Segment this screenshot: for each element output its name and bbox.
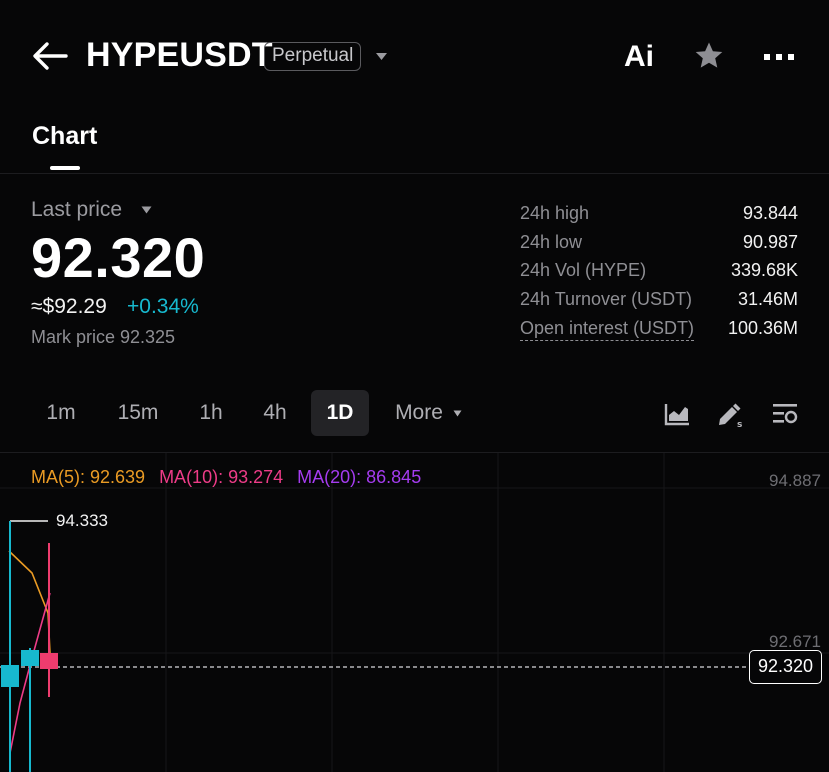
tab-bar: Chart [0,112,829,174]
ma5-label: MA(5): 92.639 [31,467,146,487]
back-arrow-icon[interactable] [30,38,70,74]
candle-body [40,653,58,669]
symbol-title[interactable]: HYPEUSDT [86,36,273,75]
symbol-dropdown-icon[interactable] [375,52,388,61]
tab-active-indicator [50,166,80,170]
stat-row: 24h low 90.987 [520,232,800,261]
interval-1h[interactable]: 1h [188,390,234,436]
current-price-tag[interactable]: 92.320 [749,650,822,684]
interval-selector: 1m 15m 1h 4h 1D More s [0,390,829,438]
last-price-label[interactable]: Last price [31,198,122,222]
fiat-price: ≈$92.29 [31,295,107,318]
chart-type-icon[interactable] [663,400,691,428]
indicator-settings-icon[interactable] [771,400,799,428]
ma5-line [8,550,51,654]
candle-body [1,665,19,687]
last-price-value: 92.320 [31,226,206,289]
interval-4h[interactable]: 4h [252,390,298,436]
stat-label: 24h Vol (HYPE) [520,260,647,281]
stat-row: 24h high 93.844 [520,203,800,232]
interval-more[interactable]: More [388,390,450,436]
interval-1d[interactable]: 1D [311,390,369,436]
stat-label: 24h Turnover (USDT) [520,289,693,310]
stat-value: 90.987 [742,231,798,252]
contract-type-badge: Perpetual [264,42,362,71]
stat-row: 24h Vol (HYPE) 339.68K [520,260,800,289]
price-axis-label: 92.671 [769,632,821,651]
chart-canvas[interactable] [0,453,829,772]
last-price-dropdown-icon[interactable] [141,206,152,214]
ai-assistant-button[interactable]: Ai [624,40,654,74]
stat-label: 24h low [520,231,583,252]
stat-value: 93.844 [742,203,798,223]
market-stats: 24h high 93.844 24h low 90.987 24h Vol (… [520,203,800,346]
more-menu-icon[interactable] [763,53,795,61]
price-change-percent: +0.34% [127,295,199,318]
drawing-tools-icon[interactable]: s [716,400,744,428]
stat-value: 100.36M [727,317,798,338]
interval-15m[interactable]: 15m [110,390,166,436]
candle-body [21,650,39,666]
stat-value: 339.68K [730,260,798,281]
stat-row: Open interest (USDT) 100.36M [520,318,800,347]
interval-1m[interactable]: 1m [34,390,88,436]
moving-average-legend: MA(5): 92.639 MA(10): 93.274 MA(20): 86.84… [31,467,421,488]
ma10-label: MA(10): 93.274 [159,467,284,487]
stat-value: 31.46M [737,289,798,310]
open-interest-label[interactable]: Open interest (USDT) [520,318,695,341]
stat-label: 24h high [520,203,590,223]
period-high-label: 94.333 [56,511,108,530]
stat-row: 24h Turnover (USDT) 31.46M [520,289,800,318]
favorite-star-icon[interactable] [694,41,724,70]
header: HYPEUSDT Perpetual Ai [0,0,829,112]
ma20-label: MA(20): 86.845 [297,467,422,487]
price-axis-label: 94.887 [769,471,821,490]
more-dropdown-icon[interactable] [453,410,462,417]
tab-chart[interactable]: Chart [32,122,97,151]
svg-text:s: s [737,420,742,428]
candlestick-chart[interactable]: MA(5): 92.639 MA(10): 93.274 MA(20): 86.84… [0,452,829,772]
mark-price: Mark price 92.325 [31,327,176,347]
